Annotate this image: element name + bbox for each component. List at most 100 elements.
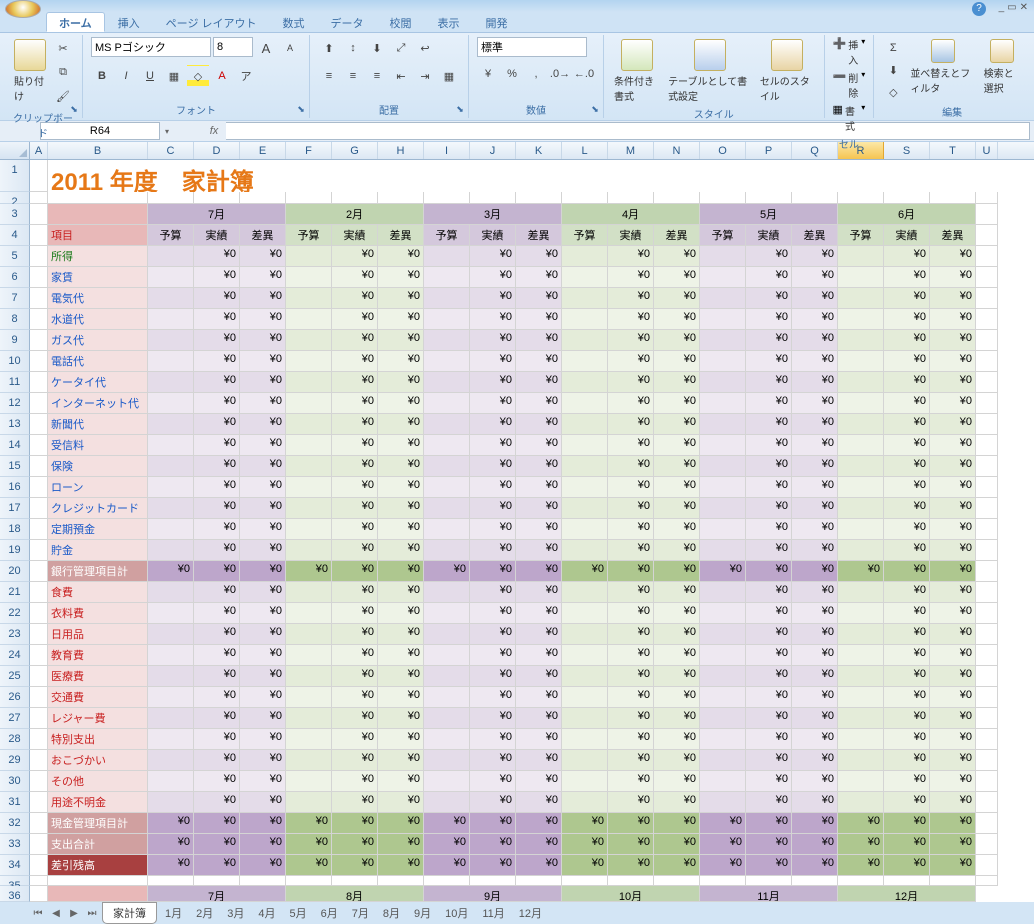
cell[interactable]: ¥0: [930, 351, 976, 372]
cell[interactable]: ¥0: [746, 435, 792, 456]
cell[interactable]: ¥0: [516, 687, 562, 708]
cell[interactable]: ¥0: [884, 645, 930, 666]
cell[interactable]: ¥0: [608, 771, 654, 792]
cell[interactable]: [976, 351, 998, 372]
cell[interactable]: ¥0: [286, 813, 332, 834]
cell[interactable]: [286, 309, 332, 330]
cell[interactable]: ¥0: [516, 351, 562, 372]
cell[interactable]: ¥0: [378, 834, 424, 855]
tab-page-layout[interactable]: ページ レイアウト: [153, 12, 270, 32]
cell[interactable]: [148, 750, 194, 771]
cell[interactable]: ¥0: [378, 561, 424, 582]
cell[interactable]: ¥0: [240, 477, 286, 498]
cell[interactable]: [838, 456, 884, 477]
cell[interactable]: ¥0: [792, 603, 838, 624]
cell[interactable]: [838, 477, 884, 498]
row-header[interactable]: 7: [0, 288, 30, 309]
cell[interactable]: ¥0: [194, 603, 240, 624]
cell[interactable]: [286, 729, 332, 750]
cell[interactable]: ¥0: [654, 792, 700, 813]
cell[interactable]: [148, 351, 194, 372]
cell[interactable]: ¥0: [378, 498, 424, 519]
cell[interactable]: [286, 477, 332, 498]
cell[interactable]: ¥0: [930, 771, 976, 792]
cell[interactable]: [286, 519, 332, 540]
cell[interactable]: ¥0: [332, 456, 378, 477]
cell[interactable]: ¥0: [608, 687, 654, 708]
cell[interactable]: ¥0: [654, 750, 700, 771]
cell[interactable]: [562, 792, 608, 813]
cell[interactable]: ¥0: [884, 414, 930, 435]
cell[interactable]: ¥0: [332, 687, 378, 708]
cell[interactable]: ¥0: [746, 561, 792, 582]
cell[interactable]: ¥0: [654, 435, 700, 456]
cell[interactable]: [30, 330, 48, 351]
cell[interactable]: [700, 393, 746, 414]
cell[interactable]: ¥0: [516, 456, 562, 477]
month-header-bottom[interactable]: 9月: [424, 886, 562, 902]
cell[interactable]: ¥0: [378, 267, 424, 288]
cell[interactable]: ¥0: [746, 813, 792, 834]
cell[interactable]: ¥0: [608, 834, 654, 855]
cell[interactable]: [424, 624, 470, 645]
cell[interactable]: ¥0: [608, 330, 654, 351]
cell[interactable]: ¥0: [240, 813, 286, 834]
cell[interactable]: ¥0: [930, 267, 976, 288]
cell[interactable]: ¥0: [608, 603, 654, 624]
cell[interactable]: ¥0: [930, 603, 976, 624]
cell[interactable]: [700, 519, 746, 540]
cell[interactable]: [424, 456, 470, 477]
cell[interactable]: ¥0: [838, 855, 884, 876]
cell[interactable]: ¥0: [148, 561, 194, 582]
cell[interactable]: ¥0: [608, 519, 654, 540]
cell[interactable]: [746, 876, 792, 886]
cell[interactable]: ¥0: [930, 456, 976, 477]
cell[interactable]: [424, 771, 470, 792]
cell[interactable]: [30, 708, 48, 729]
cell[interactable]: ¥0: [792, 372, 838, 393]
cell[interactable]: ¥0: [792, 834, 838, 855]
cell[interactable]: [976, 267, 998, 288]
cell[interactable]: ¥0: [194, 414, 240, 435]
cell[interactable]: ¥0: [194, 813, 240, 834]
cell[interactable]: [700, 288, 746, 309]
cell[interactable]: ¥0: [562, 561, 608, 582]
cell[interactable]: [838, 624, 884, 645]
cell[interactable]: 電気代: [48, 288, 148, 309]
sheet-tab-month[interactable]: 12月: [513, 903, 548, 923]
cell[interactable]: [286, 771, 332, 792]
cell[interactable]: [148, 498, 194, 519]
cell[interactable]: ¥0: [700, 813, 746, 834]
cell[interactable]: ¥0: [194, 708, 240, 729]
cut-button[interactable]: ✂: [52, 37, 74, 59]
cell[interactable]: ¥0: [792, 561, 838, 582]
cell[interactable]: [700, 435, 746, 456]
cell[interactable]: [792, 876, 838, 886]
cell[interactable]: [286, 435, 332, 456]
cell[interactable]: ¥0: [930, 624, 976, 645]
row-header[interactable]: 29: [0, 750, 30, 771]
cell[interactable]: ¥0: [332, 582, 378, 603]
cell[interactable]: ¥0: [194, 561, 240, 582]
cell[interactable]: ¥0: [608, 561, 654, 582]
cell[interactable]: 実績: [608, 225, 654, 246]
cell[interactable]: ¥0: [654, 582, 700, 603]
cell[interactable]: ¥0: [884, 813, 930, 834]
cell[interactable]: 予算: [286, 225, 332, 246]
cell[interactable]: [700, 372, 746, 393]
cell[interactable]: ¥0: [930, 540, 976, 561]
cell[interactable]: [700, 267, 746, 288]
cell[interactable]: ¥0: [884, 750, 930, 771]
cell[interactable]: [30, 309, 48, 330]
cell[interactable]: [30, 561, 48, 582]
cell[interactable]: [194, 876, 240, 886]
cell[interactable]: ¥0: [332, 498, 378, 519]
cell[interactable]: [286, 192, 332, 204]
cell[interactable]: ¥0: [884, 834, 930, 855]
cell[interactable]: ¥0: [424, 855, 470, 876]
cell[interactable]: [838, 708, 884, 729]
cell[interactable]: ¥0: [470, 393, 516, 414]
cell[interactable]: おこづかい: [48, 750, 148, 771]
cell[interactable]: [976, 225, 998, 246]
sheet-tab-month[interactable]: 8月: [377, 903, 406, 923]
